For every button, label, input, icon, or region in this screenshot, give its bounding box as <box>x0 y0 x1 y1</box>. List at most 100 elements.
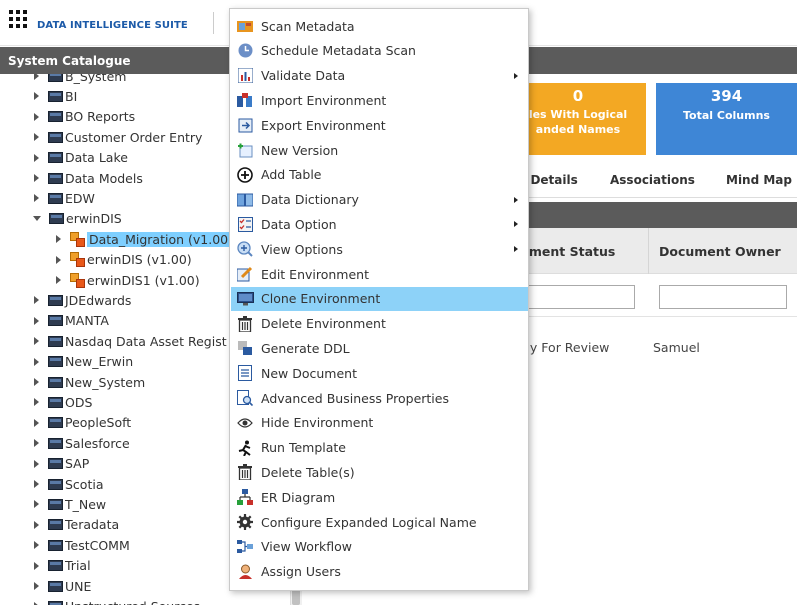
caret-right-icon[interactable] <box>56 235 61 244</box>
menu-item-delete-environment[interactable]: Delete Environment <box>231 312 528 336</box>
tree-item-label[interactable]: SAP <box>65 456 89 471</box>
filter-input-document-owner[interactable] <box>659 285 787 309</box>
tree-item-label[interactable]: B_System <box>65 74 126 84</box>
caret-right-icon[interactable] <box>56 255 61 264</box>
tree-item-label[interactable]: Unstructured Sources <box>65 599 200 605</box>
tree-item-label[interactable]: erwinDIS1 (v1.00) <box>87 273 200 288</box>
tree-item[interactable]: Data Lake <box>34 148 128 168</box>
menu-item-hide-environment[interactable]: Hide Environment <box>231 411 528 435</box>
tree-item[interactable]: B_System <box>34 74 126 86</box>
brand-title[interactable]: DATA INTELLIGENCE SUITE <box>37 20 188 31</box>
menu-item-edit-environment[interactable]: Edit Environment <box>231 262 528 286</box>
tree-item-label[interactable]: Data Lake <box>65 150 128 165</box>
menu-item-scan-metadata[interactable]: Scan Metadata <box>231 14 528 38</box>
menu-item-generate-ddl[interactable]: Generate DDL <box>231 336 528 360</box>
tree-item[interactable]: Unstructured Sources <box>34 596 200 605</box>
menu-item-configure-expanded-logical-name[interactable]: Configure Expanded Logical Name <box>231 510 528 534</box>
tree-item-label[interactable]: erwinDIS <box>66 211 122 226</box>
caret-right-icon[interactable] <box>34 194 39 203</box>
tree-item[interactable]: erwinDIS (v1.00) <box>56 250 192 270</box>
column-header-document-owner[interactable]: Document Owner <box>659 244 781 259</box>
caret-right-icon[interactable] <box>34 357 39 366</box>
summary-card-total-columns[interactable]: 394 Total Columns <box>656 83 797 155</box>
tree-item[interactable]: Trial <box>34 556 91 576</box>
tree-item[interactable]: Data_Migration (v1.00) <box>56 229 235 249</box>
menu-item-view-workflow[interactable]: View Workflow <box>231 535 528 559</box>
caret-right-icon[interactable] <box>34 480 39 488</box>
tree-item-label[interactable]: Customer Order Entry <box>65 130 202 145</box>
caret-right-icon[interactable] <box>34 337 39 346</box>
tree-item-label[interactable]: UNE <box>65 579 91 594</box>
tree-item-label[interactable]: PeopleSoft <box>65 415 131 430</box>
tree-item-label[interactable]: Nasdaq Data Asset Regist <box>65 334 227 349</box>
caret-right-icon[interactable] <box>34 520 39 529</box>
tree-item[interactable]: SAP <box>34 454 89 474</box>
caret-right-icon[interactable] <box>34 500 39 509</box>
tree-item[interactable]: Salesforce <box>34 433 130 453</box>
tree-item-label[interactable]: Data Models <box>65 171 143 186</box>
caret-right-icon[interactable] <box>34 459 39 468</box>
menu-item-add-table[interactable]: Add Table <box>231 163 528 187</box>
tree-item-label[interactable]: BI <box>65 89 77 104</box>
tree-item[interactable]: PeopleSoft <box>34 413 131 433</box>
caret-right-icon[interactable] <box>34 74 39 80</box>
tab-mind-map[interactable]: Mind Map <box>726 173 792 187</box>
caret-right-icon[interactable] <box>34 92 39 101</box>
caret-right-icon[interactable] <box>34 153 39 162</box>
tree-item[interactable]: EDW <box>34 188 95 208</box>
menu-item-new-version[interactable]: New Version <box>231 138 528 162</box>
menu-item-run-template[interactable]: Run Template <box>231 436 528 460</box>
tab-associations[interactable]: Associations <box>610 173 695 187</box>
tree-item[interactable]: JDEdwards <box>34 290 131 310</box>
caret-right-icon[interactable] <box>34 133 39 142</box>
tree-item[interactable]: BI <box>34 86 77 106</box>
tree-item[interactable]: New_System <box>34 372 145 392</box>
tree-item[interactable]: T_New <box>34 494 106 514</box>
caret-right-icon[interactable] <box>34 112 39 121</box>
caret-right-icon[interactable] <box>34 561 39 570</box>
tree-item[interactable]: Data Models <box>34 168 143 188</box>
caret-right-icon[interactable] <box>34 174 39 182</box>
caret-right-icon[interactable] <box>34 541 39 550</box>
menu-item-schedule-metadata-scan[interactable]: Schedule Metadata Scan <box>231 39 528 63</box>
tree-item-label[interactable]: Salesforce <box>65 436 130 451</box>
menu-item-import-environment[interactable]: Import Environment <box>231 88 528 112</box>
tree-item-label[interactable]: Teradata <box>65 517 119 532</box>
menu-item-validate-data[interactable]: Validate Data <box>231 64 528 88</box>
caret-right-icon[interactable] <box>34 439 39 448</box>
tree-item[interactable]: UNE <box>34 576 91 596</box>
tree-item[interactable]: erwinDIS1 (v1.00) <box>56 270 200 290</box>
caret-right-icon[interactable] <box>34 296 39 305</box>
menu-item-data-option[interactable]: Data Option <box>231 212 528 236</box>
tree-item-label[interactable]: erwinDIS (v1.00) <box>87 252 192 267</box>
tree-item-label[interactable]: Data_Migration (v1.00) <box>87 231 235 247</box>
tree-item[interactable]: ODS <box>34 392 92 412</box>
summary-card-logical-names[interactable]: 0 les With Logical anded Names <box>510 83 646 155</box>
tree-item[interactable]: TestCOMM <box>34 535 130 555</box>
menu-item-er-diagram[interactable]: ER Diagram <box>231 485 528 509</box>
tree-item-label[interactable]: New_System <box>65 375 145 390</box>
menu-item-advanced-business-properties[interactable]: Advanced Business Properties <box>231 386 528 410</box>
caret-right-icon[interactable] <box>34 582 39 590</box>
app-grid-icon[interactable] <box>9 10 27 28</box>
menu-item-delete-table-s[interactable]: Delete Table(s) <box>231 460 528 484</box>
tree-item-label[interactable]: MANTA <box>65 313 109 328</box>
menu-item-view-options[interactable]: View Options <box>231 237 528 261</box>
menu-item-assign-users[interactable]: Assign Users <box>231 560 528 584</box>
tree-item[interactable]: New_Erwin <box>34 352 133 372</box>
tree-item[interactable]: Nasdaq Data Asset Regist <box>34 331 227 351</box>
tree-item[interactable]: erwinDIS <box>33 209 122 229</box>
tree-item-label[interactable]: New_Erwin <box>65 354 133 369</box>
menu-item-export-environment[interactable]: Export Environment <box>231 113 528 137</box>
caret-down-icon[interactable] <box>33 216 41 222</box>
menu-item-clone-environment[interactable]: Clone Environment <box>231 286 528 311</box>
tree-item-label[interactable]: T_New <box>65 497 106 512</box>
caret-right-icon[interactable] <box>34 316 39 325</box>
caret-right-icon[interactable] <box>34 398 39 407</box>
tree-item-label[interactable]: TestCOMM <box>65 538 130 553</box>
tree-item-label[interactable]: Scotia <box>65 477 104 492</box>
tree-item-label[interactable]: Trial <box>65 558 91 573</box>
caret-right-icon[interactable] <box>34 418 39 427</box>
tree-item[interactable]: Teradata <box>34 515 119 535</box>
tree-item-label[interactable]: BO Reports <box>65 109 135 124</box>
